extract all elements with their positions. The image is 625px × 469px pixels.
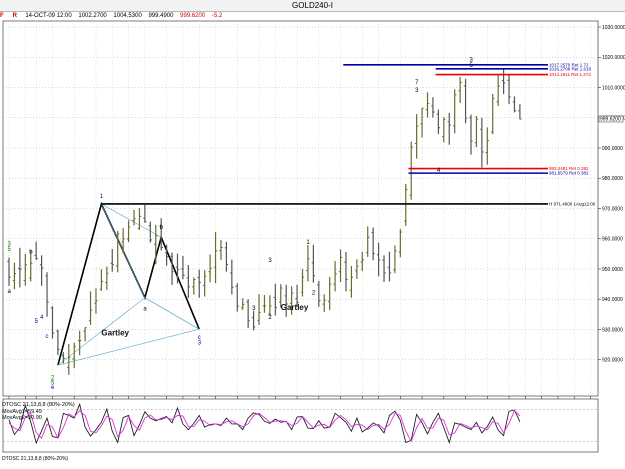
price-axis: 920.0000 930.0000 940.0000 950.0000 960.0000… bbox=[598, 25, 625, 364]
pattern-label: Gartley bbox=[101, 329, 129, 338]
level-label: 981.6579 Ret 0.382 bbox=[549, 171, 589, 176]
oscillator-bottom-label: DTOSC 21,13,8,8 (80%-20%) bbox=[2, 456, 69, 462]
level-label: 1016.2708 Ret 1.618 bbox=[549, 66, 592, 71]
price-chart[interactable]: 1017.2570 Ret 1.721016.2708 Ret 1.618101… bbox=[0, 0, 625, 469]
level-label: H 971.4600 1Aug12:00 bbox=[549, 202, 596, 207]
y-tick-label: 930.0000 bbox=[602, 327, 623, 333]
chart-window: GOLD240-I F R 14-OCT-09 12:00 1002.2700 … bbox=[0, 0, 625, 469]
level-label: 1014.2811 Ret 1.272 bbox=[549, 72, 591, 77]
y-tick-label: 980.0000 bbox=[602, 176, 623, 182]
pattern-label: Gartley bbox=[281, 303, 309, 312]
y-tick-label: 960.0000 bbox=[602, 237, 623, 243]
wave-label: c bbox=[46, 334, 49, 340]
y-tick-label: 940.0000 bbox=[602, 297, 623, 303]
y-tick-label: 1020.0000 bbox=[602, 55, 625, 61]
y-tick-label: 1010.0000 bbox=[602, 85, 625, 91]
oscillator-legend: DTOSC 21,13,8,8 (80%-20%) MovAvg1=59.49 … bbox=[2, 402, 122, 422]
y-tick-label: 920.0000 bbox=[602, 358, 623, 364]
oscillator-line-2: MovAvg2=30.90 bbox=[2, 415, 42, 421]
y-tick-label: 950.0000 bbox=[602, 267, 623, 273]
y-tick-label: 990.0000 bbox=[602, 146, 623, 152]
y-tick-label: 970.0000 bbox=[602, 206, 623, 212]
current-price-label: 999.6200 bbox=[600, 117, 621, 123]
y-tick-label: 1030.0000 bbox=[602, 25, 625, 31]
